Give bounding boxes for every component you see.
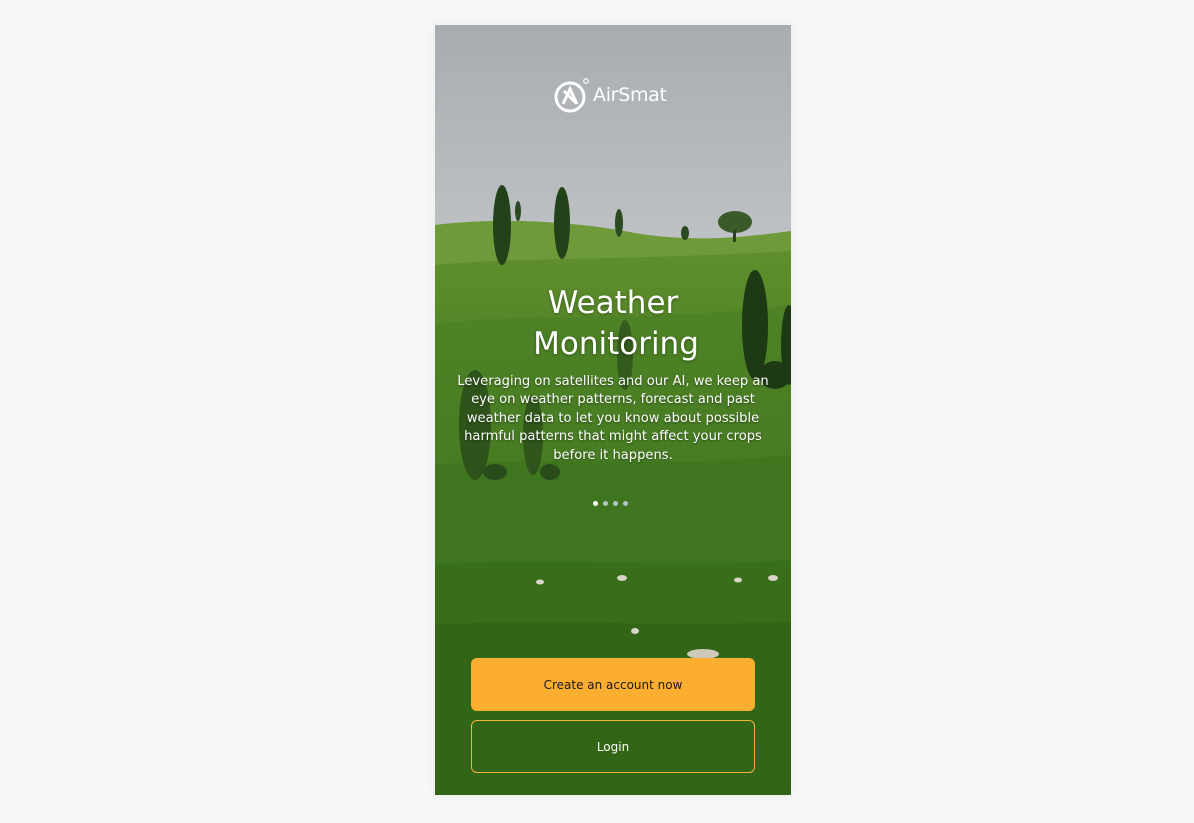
slide-pagination	[593, 501, 628, 506]
create-account-button-label: Create an account now	[543, 677, 683, 692]
pagination-dot-3[interactable]	[613, 501, 618, 506]
slide-title-line-2: Monitoring	[533, 326, 699, 362]
slide-title: Weather Monitoring	[435, 283, 791, 365]
airsmat-logo-icon	[554, 78, 589, 113]
create-account-button[interactable]: Create an account now	[471, 658, 755, 711]
brand-name: AirSmat	[593, 84, 667, 106]
login-button[interactable]: Login	[471, 720, 755, 773]
pagination-dot-2[interactable]	[603, 501, 608, 506]
login-button-label: Login	[596, 739, 630, 754]
slide-description: Leveraging on satellites and our AI, we …	[457, 374, 769, 463]
airsmat-logo: AirSmat	[554, 77, 667, 113]
pagination-dot-1[interactable]	[593, 501, 598, 506]
pagination-dot-4[interactable]	[623, 501, 628, 506]
onboarding-screen: AirSmat Weather Monitoring Leveraging on…	[435, 25, 791, 795]
slide-title-line-1: Weather	[547, 285, 679, 321]
